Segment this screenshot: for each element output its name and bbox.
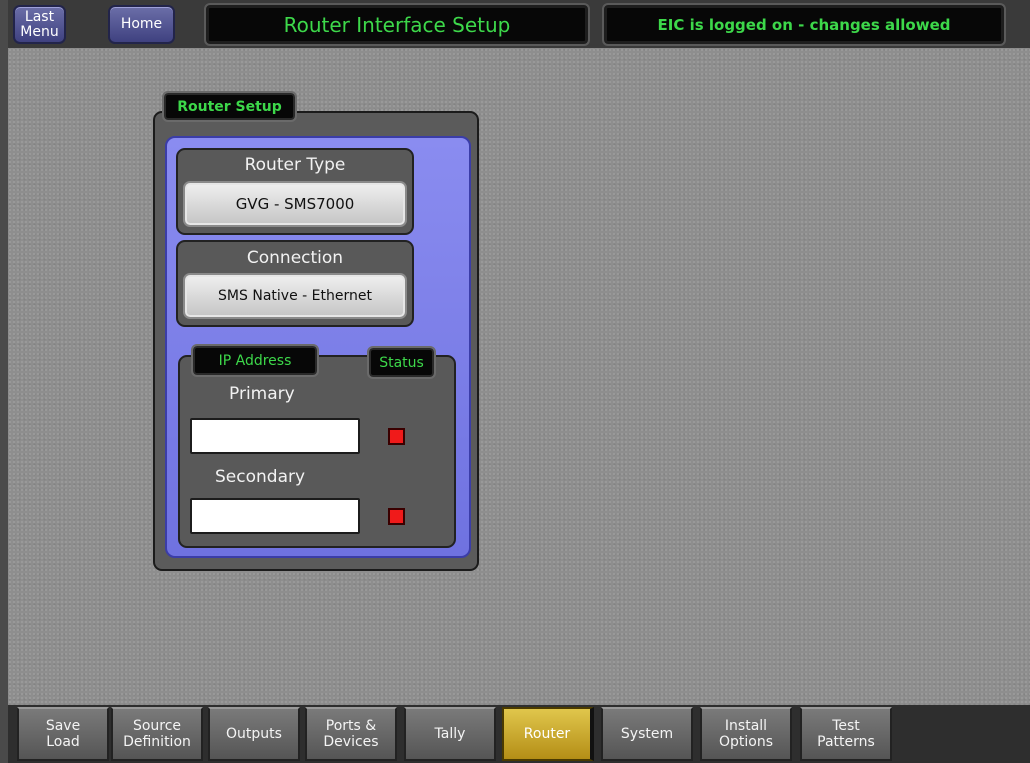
tab-test-patterns[interactable]: Test Patterns — [800, 707, 892, 761]
primary-label: Primary — [229, 384, 295, 404]
secondary-label: Secondary — [215, 467, 306, 487]
tab-save-load[interactable]: Save Load — [17, 707, 109, 761]
tab-source-definition[interactable]: Source Definition — [111, 707, 203, 761]
home-button[interactable]: Home — [108, 5, 175, 44]
router-type-button[interactable]: GVG - SMS7000 — [183, 181, 407, 227]
primary-status-indicator — [388, 428, 405, 445]
tab-ports-devices[interactable]: Ports & Devices — [305, 707, 397, 761]
secondary-ip-field[interactable] — [190, 498, 360, 534]
page-title: Router Interface Setup — [204, 3, 590, 46]
status-tab: Status — [367, 346, 436, 379]
tab-outputs[interactable]: Outputs — [208, 707, 300, 761]
primary-ip-field[interactable] — [190, 418, 360, 454]
login-status: EIC is logged on - changes allowed — [602, 3, 1006, 46]
left-frame — [0, 0, 8, 763]
tab-router[interactable]: Router — [502, 707, 594, 761]
router-type-title: Router Type — [244, 155, 346, 175]
tab-tally[interactable]: Tally — [404, 707, 496, 761]
tab-install-options[interactable]: Install Options — [700, 707, 792, 761]
router-setup-tab: Router Setup — [162, 91, 297, 122]
ip-address-tab: IP Address — [191, 344, 319, 377]
connection-button[interactable]: SMS Native - Ethernet — [183, 273, 407, 319]
tab-system[interactable]: System — [601, 707, 693, 761]
secondary-status-indicator — [388, 508, 405, 525]
last-menu-button[interactable]: Last Menu — [13, 5, 66, 44]
connection-title: Connection — [246, 248, 344, 268]
